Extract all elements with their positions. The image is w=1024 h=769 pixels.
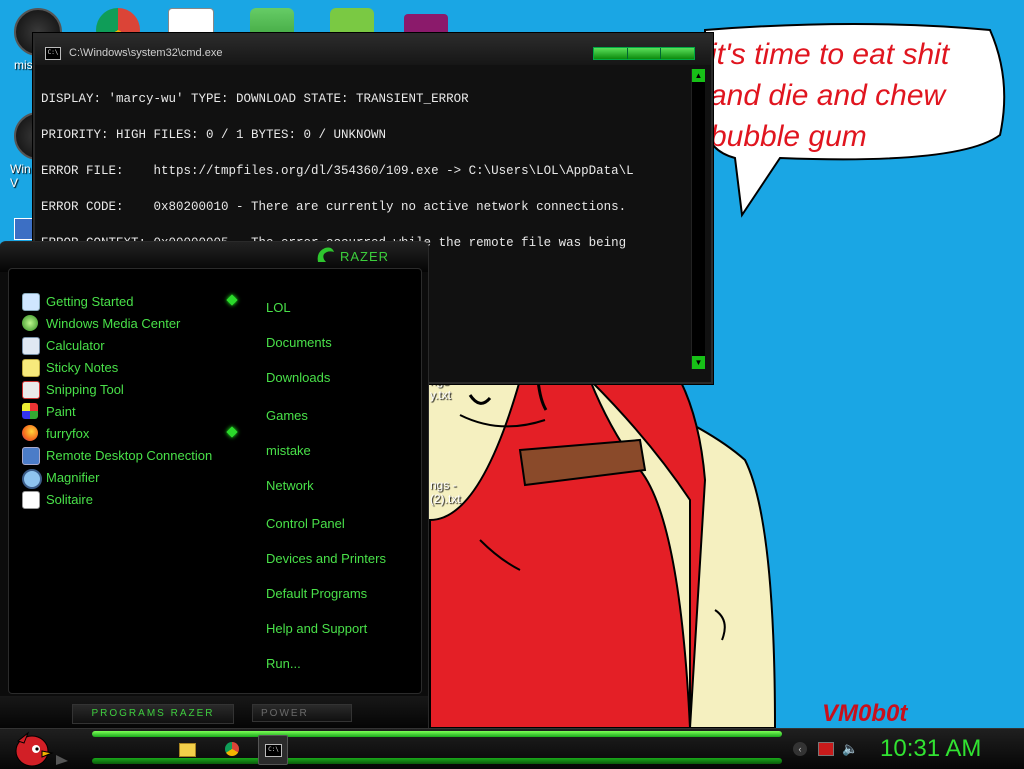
place-control-panel[interactable]: Control Panel	[266, 516, 345, 531]
place-run[interactable]: Run...	[266, 656, 301, 671]
explorer-taskbar-button[interactable]	[172, 735, 200, 763]
program-media-center[interactable]: Windows Media Center	[22, 312, 242, 334]
media-center-icon	[22, 315, 38, 331]
place-network[interactable]: Network	[266, 478, 314, 493]
cmd-title-bar[interactable]: C:\ C:\Windows\system32\cmd.exe	[35, 35, 711, 65]
razer-snake-icon	[317, 247, 334, 262]
place-devices-printers[interactable]: Devices and Printers	[266, 551, 386, 566]
place-help-support[interactable]: Help and Support	[266, 621, 367, 636]
cmd-title: C:\Windows\system32\cmd.exe	[69, 47, 223, 59]
action-center-icon[interactable]	[818, 742, 834, 756]
solitaire-icon	[22, 491, 40, 509]
program-label: Snipping Tool	[46, 382, 124, 397]
program-label: Paint	[46, 404, 76, 419]
cmd-taskbar-button[interactable]: C:\	[258, 735, 288, 765]
program-label: Getting Started	[46, 294, 134, 309]
power-button[interactable]: POWER	[252, 704, 352, 722]
sticky-notes-icon	[22, 359, 40, 377]
program-remote-desktop[interactable]: Remote Desktop Connection	[22, 444, 242, 466]
clock[interactable]: 10:31 AM	[880, 735, 981, 763]
volume-icon[interactable]: 🔈	[842, 741, 858, 757]
cmd-line: PRIORITY: HIGH FILES: 0 / 1 BYTES: 0 / U…	[41, 128, 387, 142]
scroll-up-arrow-icon[interactable]: ▲	[692, 69, 705, 82]
cmd-icon: C:\	[45, 47, 61, 60]
cmd-line: DISPLAY: 'marcy-wu' TYPE: DOWNLOAD STATE…	[41, 92, 469, 106]
signature: VM0b0t	[822, 700, 908, 727]
place-default-programs[interactable]: Default Programs	[266, 586, 367, 601]
start-menu-footer: PROGRAMS RAZER POWER	[0, 696, 428, 728]
program-calculator[interactable]: Calculator	[22, 334, 242, 356]
razer-logo: RAZER	[340, 249, 390, 264]
place-lol[interactable]: LOL	[266, 300, 291, 315]
place-downloads[interactable]: Downloads	[266, 370, 330, 385]
submenu-arrow-icon	[226, 426, 238, 438]
place-mistake[interactable]: mistake	[266, 443, 311, 458]
programs-list: Getting Started Windows Media Center Cal…	[22, 290, 242, 510]
getting-started-icon	[22, 293, 40, 311]
cmd-scrollbar[interactable]: ▲ ▼	[691, 69, 705, 369]
program-solitaire[interactable]: Solitaire	[22, 488, 242, 510]
all-programs-button[interactable]: PROGRAMS RAZER	[72, 704, 234, 724]
program-paint[interactable]: Paint	[22, 400, 242, 422]
taskbar: C:\ ‹ 🔈	[0, 728, 1024, 769]
window-controls[interactable]	[593, 47, 695, 60]
chrome-icon	[225, 742, 239, 756]
chrome-taskbar-button[interactable]	[218, 735, 246, 763]
paint-icon	[22, 403, 38, 419]
magnifier-icon	[22, 469, 42, 489]
program-sticky-notes[interactable]: Sticky Notes	[22, 356, 242, 378]
speech-bubble-text: it's time to eat shit and die and chew b…	[710, 38, 950, 153]
program-magnifier[interactable]: Magnifier	[22, 466, 242, 489]
program-getting-started[interactable]: Getting Started	[22, 290, 242, 312]
desktop-icon-label: mis	[14, 58, 33, 72]
calculator-icon	[22, 337, 40, 355]
place-games[interactable]: Games	[266, 408, 308, 423]
start-menu: RAZER Getting Started Windows Media Cent…	[0, 242, 428, 728]
program-furryfox[interactable]: furryfox	[22, 422, 242, 444]
submenu-arrow-icon	[226, 294, 238, 306]
firefox-icon	[22, 425, 38, 441]
desktop-icon-label: Win V	[10, 162, 31, 190]
cmd-line: ERROR FILE: https://tmpfiles.org/dl/3543…	[41, 164, 634, 178]
snipping-tool-icon	[22, 381, 40, 399]
scroll-down-arrow-icon[interactable]: ▼	[692, 356, 705, 369]
back-icon[interactable]: ‹	[793, 742, 807, 756]
place-documents[interactable]: Documents	[266, 335, 332, 350]
explorer-icon	[179, 743, 196, 757]
program-label: Calculator	[46, 338, 105, 353]
cmd-icon: C:\	[265, 744, 282, 757]
program-label: Solitaire	[46, 492, 93, 507]
program-label: furryfox	[46, 426, 90, 441]
program-label: Windows Media Center	[46, 316, 181, 331]
program-snipping-tool[interactable]: Snipping Tool	[22, 378, 242, 400]
remote-desktop-icon	[22, 447, 40, 465]
start-button-angry-bird-icon[interactable]	[8, 729, 72, 769]
program-label: Remote Desktop Connection	[46, 448, 213, 463]
program-label: Sticky Notes	[46, 360, 119, 375]
cmd-line: ERROR CODE: 0x80200010 - There are curre…	[41, 200, 627, 214]
program-label: Magnifier	[46, 470, 100, 485]
file-label[interactable]: ngs - (2).txt	[430, 478, 461, 506]
